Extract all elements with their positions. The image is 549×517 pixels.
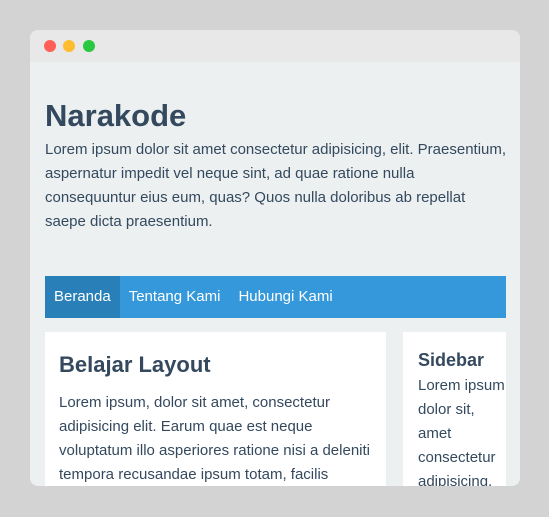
page-content: Narakode Lorem ipsum dolor sit amet cons… (30, 62, 520, 486)
maximize-window-button[interactable] (83, 40, 95, 52)
browser-window: Narakode Lorem ipsum dolor sit amet cons… (30, 30, 520, 486)
sidebar-title: Sidebar (418, 350, 485, 370)
site-title: Narakode (45, 98, 187, 133)
sidebar-text: Lorem ipsum dolor sit, amet consectetur … (418, 377, 505, 486)
main-content-text: Lorem ipsum, dolor sit amet, consectetur… (59, 394, 371, 483)
nav-item-tentang-kami[interactable]: Tentang Kami (120, 276, 230, 318)
main-content-title: Belajar Layout (59, 352, 211, 377)
main-content-card: Belajar Layout Lorem ipsum, dolor sit am… (45, 332, 386, 486)
close-window-button[interactable] (44, 40, 56, 52)
nav-item-hubungi-kami[interactable]: Hubungi Kami (229, 276, 341, 318)
sidebar-card: Sidebar Lorem ipsum dolor sit, amet cons… (403, 332, 506, 486)
navbar: Beranda Tentang Kami Hubungi Kami (45, 276, 506, 318)
nav-item-beranda[interactable]: Beranda (45, 276, 120, 318)
site-description: Lorem ipsum dolor sit amet consectetur a… (45, 141, 507, 230)
minimize-window-button[interactable] (63, 40, 75, 52)
window-titlebar (30, 30, 520, 62)
